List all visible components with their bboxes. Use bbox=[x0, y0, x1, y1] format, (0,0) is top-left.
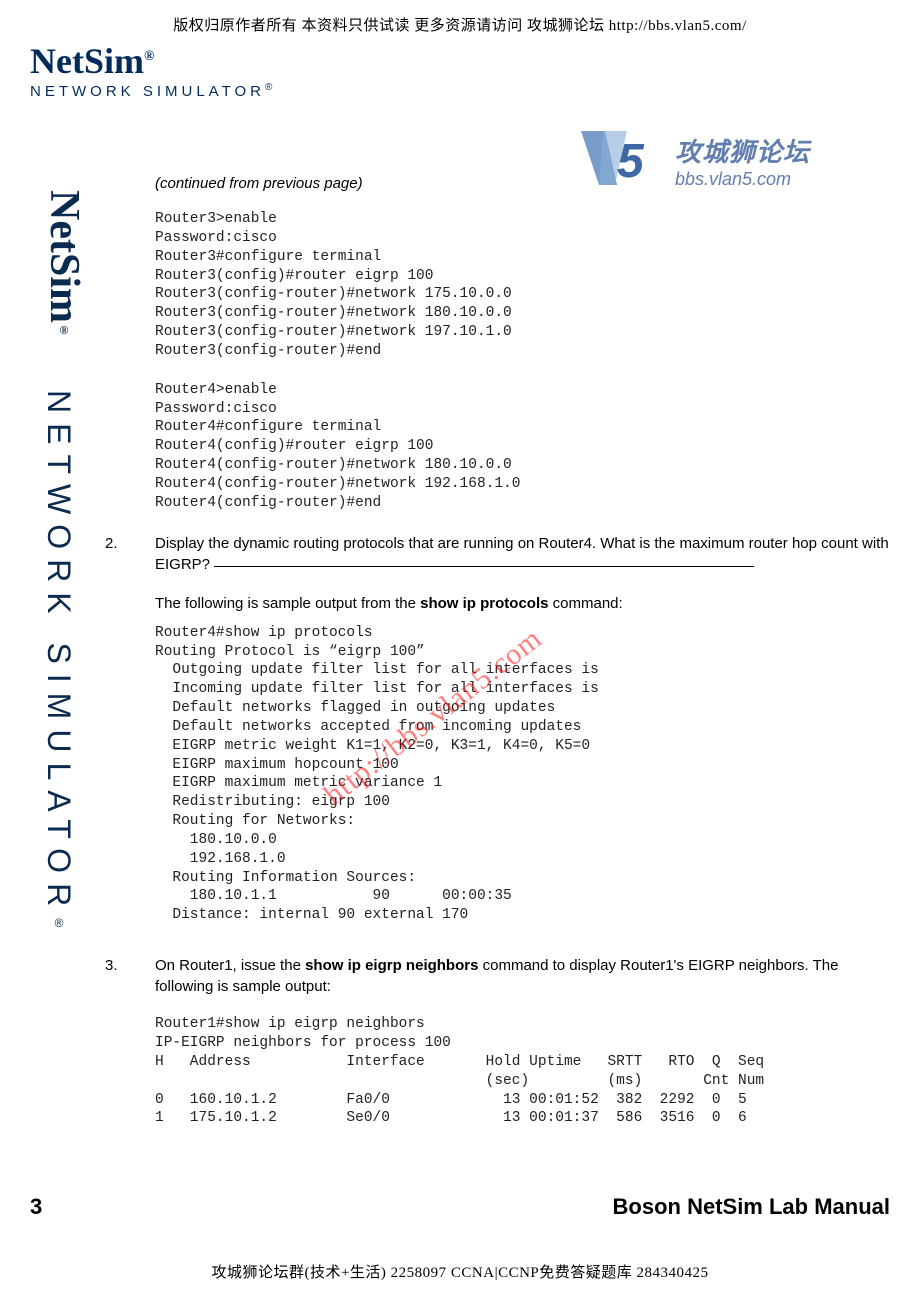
vlan5-watermark-url: bbs.vlan5.com bbox=[675, 169, 810, 190]
answer-blank-line bbox=[214, 566, 754, 567]
step-2-followup-b: command: bbox=[548, 595, 622, 612]
content-column: (continued from previous page) Router3>e… bbox=[155, 35, 890, 1128]
logo-title-text: NetSim bbox=[30, 41, 144, 81]
side-brand-reg2: ® bbox=[52, 916, 66, 940]
cmd-show-ip-eigrp-neighbors: show ip eigrp neighbors bbox=[305, 957, 478, 974]
terminal-block-show-ip-protocols: Router4#show ip protocols Routing Protoc… bbox=[155, 624, 890, 926]
vlan5-watermark: 5 攻城狮论坛 bbs.vlan5.com bbox=[577, 125, 810, 197]
logo-subtitle-text: NETWORK SIMULATOR bbox=[30, 83, 265, 100]
side-brand-bold: NetSim® bbox=[40, 190, 88, 337]
side-brand-bold-text: NetSim bbox=[41, 190, 87, 323]
manual-title: Boson NetSim Lab Manual bbox=[613, 1194, 890, 1220]
step-3: 3. On Router1, issue the show ip eigrp n… bbox=[105, 955, 890, 997]
cmd-show-ip-protocols: show ip protocols bbox=[420, 595, 548, 612]
step-2-number: 2. bbox=[105, 533, 155, 554]
vlan5-watermark-text: 攻城狮论坛 bbs.vlan5.com bbox=[675, 132, 810, 190]
side-brand-light: NETWORK SIMULATOR® bbox=[40, 390, 77, 940]
step-2-followup-a: The following is sample output from the bbox=[155, 595, 420, 612]
terminal-block-eigrp-neighbors: Router1#show ip eigrp neighbors IP-EIGRP… bbox=[155, 1015, 890, 1128]
step-2: 2. Display the dynamic routing protocols… bbox=[105, 533, 890, 575]
bottom-banner: 攻城狮论坛群(技术+生活) 2258097 CCNA|CCNP免费答疑题库 28… bbox=[0, 1261, 920, 1282]
logo-reg: ® bbox=[144, 49, 154, 64]
vlan5-watermark-title: 攻城狮论坛 bbox=[675, 132, 810, 169]
logo-sub-reg: ® bbox=[265, 82, 272, 93]
step-2-question: Display the dynamic routing protocols th… bbox=[155, 535, 889, 573]
side-brand-reg1: ® bbox=[57, 323, 71, 337]
page-number: 3 bbox=[30, 1194, 42, 1220]
svg-text:5: 5 bbox=[617, 135, 645, 188]
terminal-block-router3: Router3>enable Password:cisco Router3#co… bbox=[155, 210, 890, 361]
footer: 3 Boson NetSim Lab Manual bbox=[30, 1194, 890, 1220]
netsim-logo: NetSim® NETWORK SIMULATOR® bbox=[30, 40, 272, 100]
top-copyright-banner: 版权归原作者所有 本资料只供试读 更多资源请访问 攻城狮论坛 http://bb… bbox=[0, 0, 920, 35]
logo-title: NetSim® bbox=[30, 40, 272, 82]
logo-subtitle: NETWORK SIMULATOR® bbox=[30, 82, 272, 100]
side-brand-light-text: NETWORK SIMULATOR bbox=[41, 390, 77, 916]
terminal-block-router4: Router4>enable Password:cisco Router4#co… bbox=[155, 381, 890, 513]
v5-logo-icon: 5 bbox=[577, 125, 663, 197]
step-3-number: 3. bbox=[105, 955, 155, 976]
step-3-text-a: On Router1, issue the bbox=[155, 957, 305, 974]
step-2-text: Display the dynamic routing protocols th… bbox=[155, 533, 890, 575]
step-2-followup: The following is sample output from the … bbox=[155, 593, 890, 614]
step-3-text: On Router1, issue the show ip eigrp neig… bbox=[155, 955, 890, 997]
page: 版权归原作者所有 本资料只供试读 更多资源请访问 攻城狮论坛 http://bb… bbox=[0, 0, 920, 1302]
